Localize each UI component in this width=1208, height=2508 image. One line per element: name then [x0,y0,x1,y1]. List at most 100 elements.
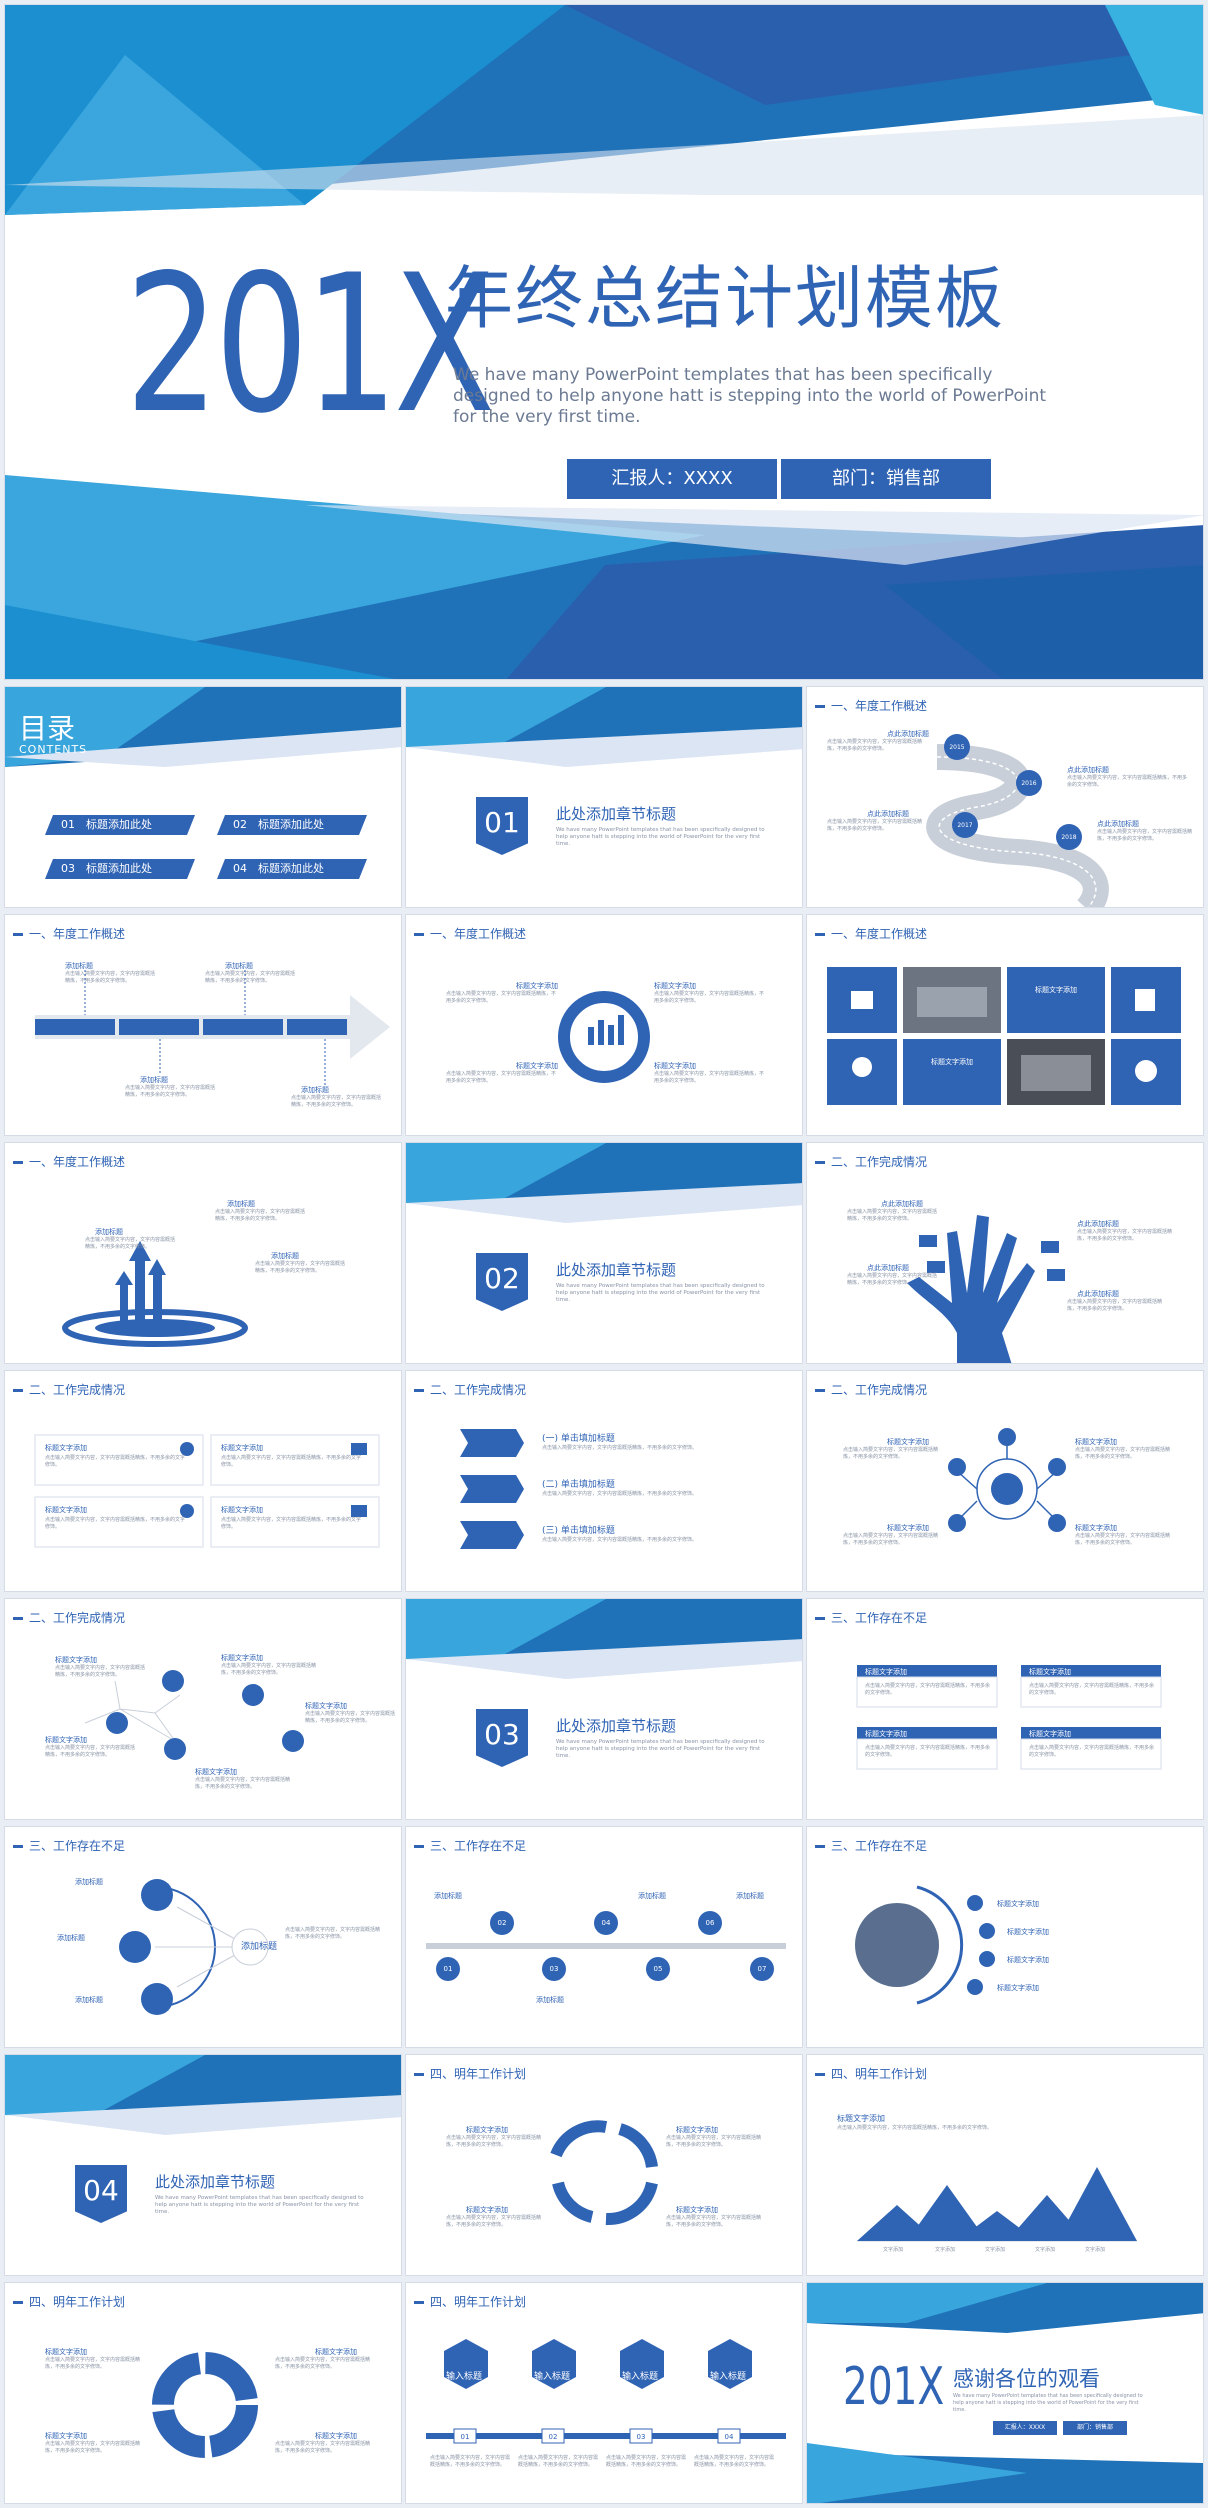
slide-ring-cycle[interactable]: 四、明年工作计划 标题文字添加 点击输入简要文字内容，文字内容需概括精炼，不用多… [4,2282,402,2504]
timeline-label: 添加标题 [434,1892,462,1900]
ring-label: 标题文字添加 [516,982,558,990]
slide-closing[interactable]: 201X 感谢各位的观看 We have many PowerPoint tem… [806,2282,1204,2504]
roadmap-label: 点此添加标题 [1097,820,1139,828]
slide-roadmap[interactable]: 一、年度工作概述 2015 2016 2017 2018 点此添加标题 点击输入… [806,686,1204,908]
slide-hand-graphic[interactable]: 二、工作完成情况 点此添加标题 点击输入简要文字内容，文字内容需概括精炼，不用多… [806,1142,1204,1364]
network-text: 点击输入简要文字内容，文字内容需概括精炼，不用多余的文字修饰。 [55,1665,146,1678]
slide-section-02[interactable]: 02 此处添加章节标题 We have many PowerPoint temp… [405,1142,803,1364]
plan-step-03: 03 [637,2433,646,2441]
slide-hexagon-plan[interactable]: 四、明年工作计划 01 02 03 04 输入标题 输入标题 输入标题 输入标题… [405,2282,803,2504]
cloud-label: 标题文字添加 [1075,1524,1117,1532]
hand-label: 点此添加标题 [867,1264,909,1272]
section-background [5,2055,401,2135]
arc-label: 标题文字添加 [997,1900,1039,1908]
closing-department-tag: 部门：销售部 [1063,2421,1127,2435]
ring-cycle-text: 点击输入简要文字内容，文字内容需概括精炼，不用多余的文字修饰。 [45,2357,141,2370]
roadmap-text: 点击输入简要文字内容，文字内容需概括精炼，不用多余的文字修饰。 [1067,775,1188,788]
card-grid-graphic [34,1434,380,1548]
slide-icon-chain[interactable]: 三、工作存在不足 添加标题 添加标题 添加标题 添加标题 点击输入简要文字内容，… [4,1826,402,2048]
roadmap-text: 点击输入简要文字内容，文字内容需概括精炼，不用多余的文字修饰。 [827,739,923,752]
card-text: 点击输入简要文字内容，文字内容需概括精炼，不用多余的文字修饰。 [45,1517,186,1530]
ring-cycle-label: 标题文字添加 [45,2348,87,2356]
ring-graphic [558,991,650,1083]
ring-text: 点击输入简要文字内容，文字内容需概括精炼，不用多余的文字修饰。 [654,1071,765,1084]
plan-step-01: 01 [461,2433,470,2441]
timeline-graphic: 01 02 03 04 05 06 07 [426,1911,786,1981]
note-cards-graphic [856,1665,1162,1770]
hand-text: 点击输入简要文字内容，文字内容需概括精炼，不用多余的文字修饰。 [1077,1229,1173,1242]
chain-label: 添加标题 [75,1996,103,2004]
step-03: 03 [550,1965,559,1973]
year-2015: 2015 [949,744,964,751]
step-04: 04 [602,1919,611,1927]
ring-label: 标题文字添加 [654,982,696,990]
hexagon-graphic: 01 02 03 04 [426,2339,786,2444]
slide-photo-grid[interactable]: 一、年度工作概述 标题文字添加 标题文字添加 [806,914,1204,1136]
note-text: 点击输入简要文字内容，文字内容需概括精炼，不用多余的文字修饰。 [865,1683,991,1696]
mountain-axis-label: 文字添加 [1085,2247,1106,2253]
winding-road-graphic: 2015 2016 2017 2018 [926,734,1109,907]
cloud-text: 点击输入简要文字内容，文字内容需概括精炼，不用多余的文字修饰。 [1075,1533,1171,1546]
growth-text: 点击输入简要文字内容，文字内容需概括精炼，不用多余的文字修饰。 [255,1261,346,1274]
list-heading-1: (一) 单击填加标题 [542,1434,615,1444]
cover-description: We have many PowerPoint templates that h… [453,365,1047,427]
timeline-label: 添加标题 [536,1996,564,2004]
growth-text: 点击输入简要文字内容，文字内容需概括精炼，不用多余的文字修饰。 [85,1237,176,1250]
plan-step-02: 02 [549,2433,558,2441]
slide-icon-network[interactable]: 二、工作完成情况 标题文字添加 点击输入简要文字内容，文字内容需概括精炼，不用多… [4,1598,402,1820]
year-2018: 2018 [1061,834,1076,841]
slide-cloud-graphic[interactable]: 二、工作完成情况 标题文字添加 点击输入简要文字内容，文字内容需概括精炼，不用多… [806,1370,1204,1592]
section-description: We have many PowerPoint templates that h… [556,827,765,847]
chain-label: 添加标题 [75,1878,103,1886]
cycle-text: 点击输入简要文字内容，文字内容需概括精炼，不用多余的文字修饰。 [666,2135,762,2148]
cover-slide[interactable]: 201X 年终总结计划模板 We have many PowerPoint te… [4,4,1204,680]
note-label: 标题文字添加 [1029,1668,1071,1676]
section-title: 此处添加章节标题 [556,1261,677,1279]
slide-toc[interactable]: 目录 CONTENTS 01 标题添加此处 02 标题添加此处 03 标题添加此… [4,686,402,908]
network-text: 点击输入简要文字内容，文字内容需概括精炼，不用多余的文字修饰。 [305,1711,396,1724]
card-label: 标题文字添加 [45,1444,87,1452]
ring-cycle-graphic [152,2352,258,2458]
toc-item-2[interactable]: 02 标题添加此处 [217,815,367,835]
slide-note-cards[interactable]: 三、工作存在不足 标题文字添加 点击输入简要文字内容，文字内容需概括精炼，不用多… [806,1598,1204,1820]
list-heading-3: (三) 单击填加标题 [542,1526,615,1536]
slide-timeline[interactable]: 三、工作存在不足 01 02 03 04 05 06 07 添加标题 添加标题 … [405,1826,803,2048]
cover-title: 年终总结计划模板 [445,260,1006,339]
slide-mountain-chart[interactable]: 四、明年工作计划 标题文字添加 点击输入简要文字内容，文字内容需概括精炼，不用多… [806,2054,1204,2276]
chain-center-label: 添加标题 [241,1942,278,1952]
slide-cycle-arrows[interactable]: 四、明年工作计划 标题文字添加 点击输入简要文字内容，文字内容需概括精炼，不用多… [405,2054,803,2276]
hand-graphic [907,1215,1065,1363]
card-label: 标题文字添加 [221,1506,263,1514]
slide-photo-arc[interactable]: 三、工作存在不足 标题文字添加 标题文字添加 标题文字添加 标题文字添加 [806,1826,1204,2048]
toc-item-3[interactable]: 03 标题添加此处 [45,859,195,879]
card-label: 标题文字添加 [45,1506,87,1514]
roadmap-label: 点此添加标题 [1067,766,1109,774]
toc-item-1[interactable]: 01 标题添加此处 [45,815,195,835]
ring-cycle-label: 标题文字添加 [315,2432,357,2440]
slide-section-03[interactable]: 03 此处添加章节标题 We have many PowerPoint temp… [405,1598,803,1820]
section-background [406,1599,802,1679]
step-02: 02 [498,1919,507,1927]
section-title: 此处添加章节标题 [556,805,677,823]
process-text: 点击输入简要文字内容，文字内容需概括精炼，不用多余的文字修饰。 [125,1085,216,1098]
slide-growth-arrows[interactable]: 一、年度工作概述 添加标题 点击输入简要文字内容，文字内容需概括精炼，不用多余的… [4,1142,402,1364]
year-2017: 2017 [957,822,972,829]
list-text: 点击输入简要文字内容，文字内容需概括精炼，不用多余的文字修饰。 [542,1537,698,1543]
template-preview-sheet: 201X 年终总结计划模板 We have many PowerPoint te… [0,0,1208,2508]
slide-list-items[interactable]: 二、工作完成情况 (一) 单击填加标题 点击输入简要文字内容，文字内容需概括精炼… [405,1370,803,1592]
arc-label: 标题文字添加 [997,1984,1039,1992]
slide-section-04[interactable]: 04 此处添加章节标题 We have many PowerPoint temp… [4,2054,402,2276]
section-title: 此处添加章节标题 [556,1717,677,1735]
network-text: 点击输入简要文字内容，文字内容需概括精炼，不用多余的文字修饰。 [45,1745,136,1758]
slide-card-grid[interactable]: 二、工作完成情况 标题文字添加 点击输入简要文字内容，文字内容需概括精炼，不用多… [4,1370,402,1592]
slide-section-01[interactable]: 01 此处添加章节标题 We have many PowerPoint temp… [405,686,803,908]
slide-ring-chart[interactable]: 一、年度工作概述 标题文字添加 点击输入简要文字内容，文字内容需概括精炼，不用多… [405,914,803,1136]
cloud-text: 点击输入简要文字内容，文字内容需概括精炼，不用多余的文字修饰。 [843,1447,939,1460]
hand-text: 点击输入简要文字内容，文字内容需概括精炼，不用多余的文字修饰。 [847,1273,938,1286]
slide-arrow-process[interactable]: 一、年度工作概述 添加标题 点击输入简要文字内容，文字内容需概括精炼，不用多余的… [4,914,402,1136]
cycle-label: 标题文字添加 [466,2126,508,2134]
ring-cycle-label: 标题文字添加 [315,2348,357,2356]
toc-item-4[interactable]: 04 标题添加此处 [217,859,367,879]
hand-label: 点此添加标题 [1077,1290,1119,1298]
ring-text: 点击输入简要文字内容，文字内容需概括精炼，不用多余的文字修饰。 [446,991,557,1004]
